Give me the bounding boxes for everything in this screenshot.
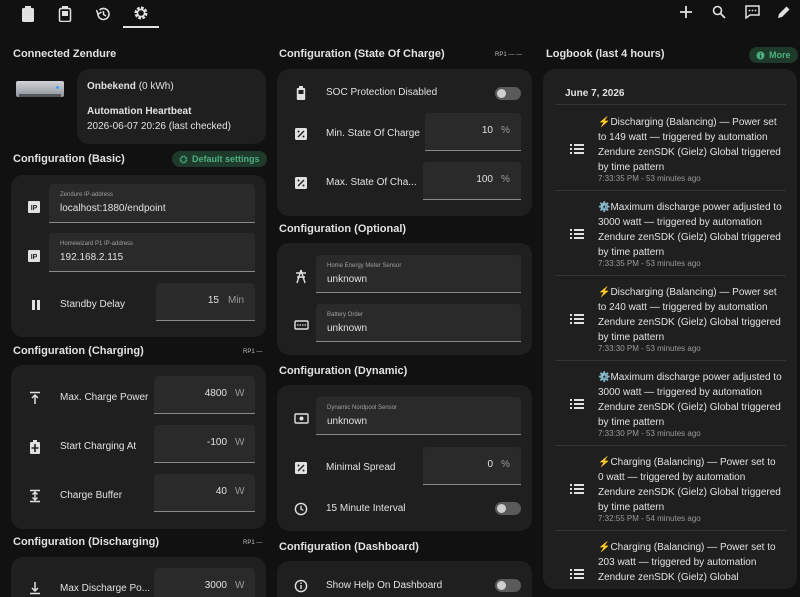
logbook-entry-time: 7:33:30 PM - 53 minutes ago bbox=[598, 429, 701, 438]
format-list-icon bbox=[570, 229, 584, 239]
logbook-entry-text: ⚡Discharging (Balancing) — Power set to … bbox=[598, 117, 781, 173]
format-list-icon bbox=[570, 399, 584, 409]
logbook-entry-text: ⚡Charging (Balancing) — Power set to 203… bbox=[598, 542, 776, 583]
logbook-entry-text: ⚙️Maximum discharge power adjusted to 30… bbox=[598, 372, 782, 428]
logbook-entry[interactable]: ⚡Charging (Balancing) — Power set to 0 w… bbox=[555, 448, 786, 531]
logbook-entry-text: ⚙️Maximum discharge power adjusted to 30… bbox=[598, 202, 782, 258]
format-list-icon bbox=[570, 484, 584, 494]
logbook-entry[interactable]: ⚡Charging (Balancing) — Power set to 203… bbox=[555, 533, 786, 589]
logbook-entry-text: ⚡Discharging (Balancing) — Power set to … bbox=[598, 287, 781, 343]
format-list-icon bbox=[570, 569, 584, 579]
format-list-icon bbox=[570, 144, 584, 154]
logbook-entry-text: ⚡Charging (Balancing) — Power set to 0 w… bbox=[598, 457, 781, 513]
logbook-entry[interactable]: ⚡Discharging (Balancing) — Power set to … bbox=[555, 278, 786, 361]
format-list-icon bbox=[570, 314, 584, 324]
logbook-entry-time: 7:32:55 PM - 54 minutes ago bbox=[598, 514, 701, 523]
logbook-entry[interactable]: ⚙️Maximum discharge power adjusted to 30… bbox=[555, 193, 786, 276]
logbook-entry-time: 7:33:35 PM - 53 minutes ago bbox=[598, 174, 701, 183]
logbook-list: ⚡Discharging (Balancing) — Power set to … bbox=[0, 0, 800, 589]
logbook-entry[interactable]: ⚙️Maximum discharge power adjusted to 30… bbox=[555, 363, 786, 446]
logbook-entry-time: 7:33:30 PM - 53 minutes ago bbox=[598, 344, 701, 353]
logbook-entry[interactable]: ⚡Discharging (Balancing) — Power set to … bbox=[555, 108, 786, 191]
logbook-entry-time: 7:33:35 PM - 53 minutes ago bbox=[598, 259, 701, 268]
